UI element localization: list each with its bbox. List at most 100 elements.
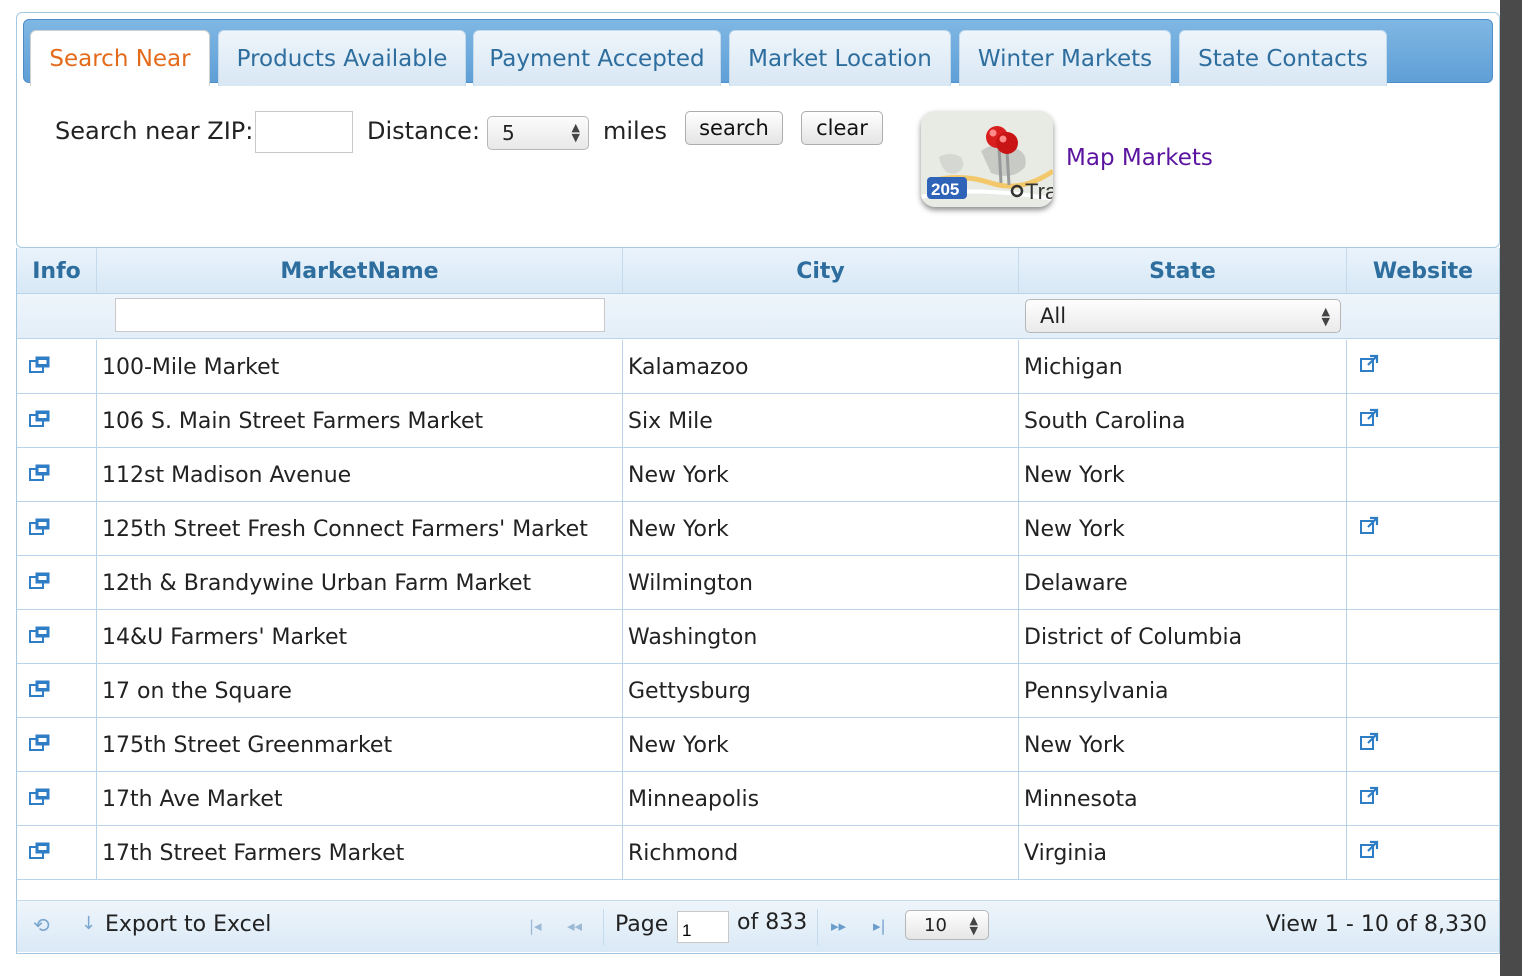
external-link-icon[interactable]: [1359, 354, 1379, 380]
map-markets-link[interactable]: Map Markets: [1066, 145, 1213, 171]
market-name-cell: 106 S. Main Street Farmers Market: [97, 394, 623, 448]
grid-pager: ⟲ ↓ Export to Excel |◂ ◂◂ Page of 833 ▸▸…: [17, 900, 1499, 952]
grid-header-row: Info MarketName City State Website: [17, 248, 1499, 294]
zip-input[interactable]: [255, 111, 353, 153]
first-page-icon[interactable]: |◂: [529, 917, 542, 935]
state-cell: District of Columbia: [1019, 610, 1347, 664]
info-cell: [17, 448, 97, 502]
prev-page-icon[interactable]: ◂◂: [567, 917, 582, 935]
clear-button[interactable]: clear: [801, 111, 883, 145]
info-cell: [17, 772, 97, 826]
search-form: Search near ZIP: Distance: 5 ▲ ▼ miles se…: [17, 105, 917, 165]
table-row[interactable]: 175th Street Greenmarket New York New York: [17, 718, 1499, 772]
city-cell: Minneapolis: [623, 772, 1019, 826]
table-row[interactable]: 112st Madison Avenue New York New York: [17, 448, 1499, 502]
table-row[interactable]: 106 S. Main Street Farmers Market Six Mil…: [17, 394, 1499, 448]
col-header-website[interactable]: Website: [1347, 248, 1499, 294]
info-cell: [17, 394, 97, 448]
distance-select[interactable]: 5 ▲ ▼: [487, 116, 589, 150]
website-cell: [1347, 826, 1499, 880]
info-cell: [17, 610, 97, 664]
tab-products-available[interactable]: Products Available: [218, 30, 466, 86]
info-popup-icon[interactable]: [29, 571, 51, 596]
tab-market-location[interactable]: Market Location: [729, 30, 951, 86]
select-arrows-icon: ▲ ▼: [1321, 305, 1330, 328]
info-popup-icon[interactable]: [29, 463, 51, 488]
page-number-input[interactable]: [677, 911, 729, 943]
city-cell: Washington: [623, 610, 1019, 664]
table-row[interactable]: 17th Street Farmers Market Richmond Virgin…: [17, 826, 1499, 880]
col-header-info[interactable]: Info: [17, 248, 97, 294]
external-link-icon[interactable]: [1359, 408, 1379, 434]
download-arrow-icon[interactable]: ↓: [81, 913, 96, 934]
tab-payment-accepted[interactable]: Payment Accepted: [473, 30, 721, 86]
col-header-state[interactable]: State: [1019, 248, 1347, 294]
info-popup-icon[interactable]: [29, 841, 51, 866]
table-row[interactable]: 14&U Farmers' Market Washington District o…: [17, 610, 1499, 664]
state-cell: South Carolina: [1019, 394, 1347, 448]
external-link-icon[interactable]: [1359, 786, 1379, 812]
state-filter-select[interactable]: All ▲ ▼: [1025, 299, 1341, 333]
info-popup-icon[interactable]: [29, 517, 51, 542]
market-name-cell: 175th Street Greenmarket: [97, 718, 623, 772]
search-button[interactable]: search: [685, 111, 783, 145]
external-link-icon[interactable]: [1359, 840, 1379, 866]
info-popup-icon[interactable]: [29, 409, 51, 434]
info-popup-icon[interactable]: [29, 355, 51, 380]
pager-separator: [603, 909, 604, 945]
window-edge: [1500, 0, 1522, 976]
export-excel-link[interactable]: Export to Excel: [105, 912, 271, 937]
rows-per-page-value: 10: [924, 914, 947, 936]
rows-per-page-select[interactable]: 10 ▲ ▼: [905, 910, 989, 940]
state-cell: Pennsylvania: [1019, 664, 1347, 718]
state-cell: New York: [1019, 718, 1347, 772]
view-range-label: View 1 - 10 of 8,330: [1265, 912, 1487, 937]
info-popup-icon[interactable]: [29, 625, 51, 650]
last-page-icon[interactable]: ▸|: [873, 917, 886, 935]
distance-value: 5: [502, 121, 515, 145]
tab-winter-markets[interactable]: Winter Markets: [959, 30, 1171, 86]
state-cell: Minnesota: [1019, 772, 1347, 826]
market-name-filter[interactable]: [115, 298, 605, 332]
page-label: Page: [615, 912, 669, 937]
col-header-city[interactable]: City: [623, 248, 1019, 294]
city-cell: New York: [623, 448, 1019, 502]
select-arrows-icon: ▲ ▼: [571, 121, 580, 144]
next-page-icon[interactable]: ▸▸: [831, 917, 846, 935]
info-popup-icon[interactable]: [29, 679, 51, 704]
market-name-cell: 17th Street Farmers Market: [97, 826, 623, 880]
city-cell: Gettysburg: [623, 664, 1019, 718]
market-name-cell: 12th & Brandywine Urban Farm Market: [97, 556, 623, 610]
table-row[interactable]: 100-Mile Market Kalamazoo Michigan: [17, 340, 1499, 394]
table-row[interactable]: 17 on the Square Gettysburg Pennsylvania: [17, 664, 1499, 718]
state-cell: New York: [1019, 448, 1347, 502]
external-link-icon[interactable]: [1359, 516, 1379, 542]
grid-filter-row: All ▲ ▼: [17, 294, 1499, 339]
table-row[interactable]: 17th Ave Market Minneapolis Minnesota: [17, 772, 1499, 826]
state-cell: Virginia: [1019, 826, 1347, 880]
search-panel: Search Near Products Available Payment A…: [16, 12, 1500, 248]
page-count-label: of 833: [737, 910, 808, 935]
zip-label: Search near ZIP:: [55, 117, 254, 145]
website-cell: [1347, 610, 1499, 664]
info-popup-icon[interactable]: [29, 733, 51, 758]
website-cell: [1347, 556, 1499, 610]
table-row[interactable]: 125th Street Fresh Connect Farmers' Mark…: [17, 502, 1499, 556]
info-cell: [17, 502, 97, 556]
tab-bar: Search Near Products Available Payment A…: [23, 19, 1493, 86]
website-cell: [1347, 772, 1499, 826]
market-name-cell: 14&U Farmers' Market: [97, 610, 623, 664]
col-header-market-name[interactable]: MarketName: [97, 248, 623, 294]
map-markets-thumbnail[interactable]: 205 Tra: [921, 111, 1053, 207]
info-cell: [17, 718, 97, 772]
info-popup-icon[interactable]: [29, 787, 51, 812]
city-cell: New York: [623, 718, 1019, 772]
website-cell: [1347, 340, 1499, 394]
tab-state-contacts[interactable]: State Contacts: [1179, 30, 1387, 86]
state-cell: New York: [1019, 502, 1347, 556]
table-row[interactable]: 12th & Brandywine Urban Farm Market Wilmi…: [17, 556, 1499, 610]
refresh-icon[interactable]: ⟲: [33, 913, 50, 937]
distance-label: Distance:: [367, 117, 481, 145]
tab-search-near[interactable]: Search Near: [30, 30, 210, 86]
external-link-icon[interactable]: [1359, 732, 1379, 758]
